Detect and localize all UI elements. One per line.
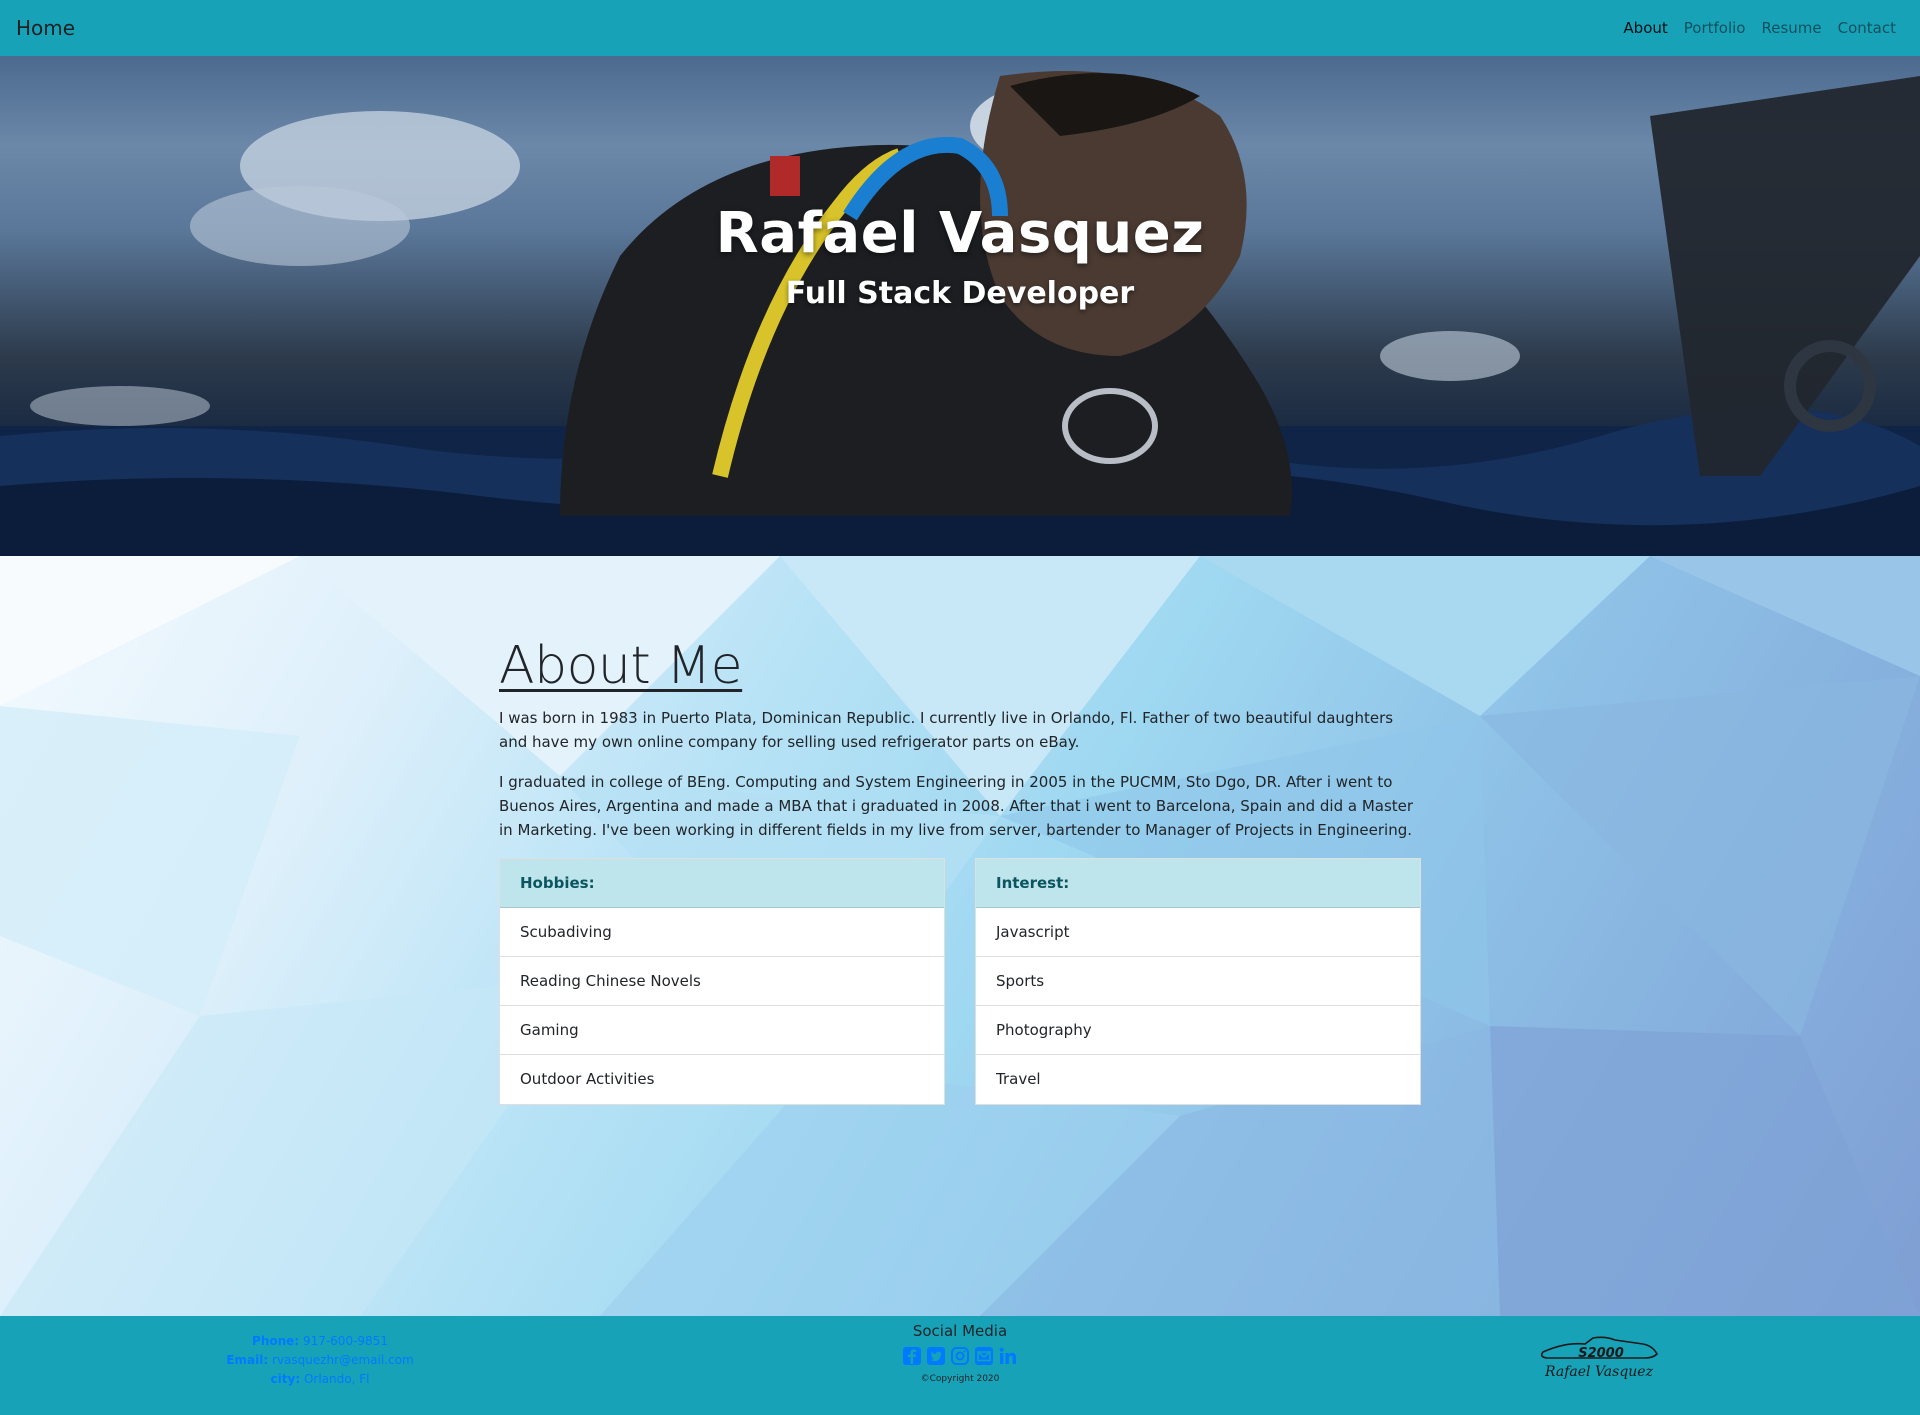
phone-value[interactable]: 917-600-9851 xyxy=(303,1334,388,1348)
footer: Phone: 917-600-9851 Email: rvasquezhr@em… xyxy=(0,1316,1920,1415)
interest-list: Interest: Javascript Sports Photography … xyxy=(975,858,1421,1105)
interest-header: Interest: xyxy=(976,859,1420,908)
list-item: Javascript xyxy=(976,908,1420,957)
about-paragraph: I was born in 1983 in Puerto Plata, Domi… xyxy=(499,709,1394,751)
s2000-logo: S2000 Rafael Vasquez xyxy=(1540,1336,1658,1380)
linkedin-icon[interactable] xyxy=(998,1346,1018,1366)
city-label: city: xyxy=(270,1372,301,1386)
svg-text:S2000: S2000 xyxy=(1578,1346,1624,1361)
social-title: Social Media xyxy=(912,1322,1008,1340)
email-label: Email: xyxy=(226,1353,269,1367)
phone-row: Phone: 917-600-9851 xyxy=(200,1332,440,1351)
hero-subtitle: Full Stack Developer xyxy=(785,276,1135,311)
city-row: city: Orlando, Fl xyxy=(200,1370,440,1389)
list-item: Travel xyxy=(996,1070,1041,1088)
nav-portfolio-link[interactable]: Portfolio xyxy=(1676,19,1754,37)
hero-title: Rafael Vasquez xyxy=(715,201,1205,266)
about-paragraph: I graduated in college of BEng. Computin… xyxy=(499,773,1414,839)
navbar: Home About Portfolio Resume Contact xyxy=(0,0,1920,56)
hobbies-list: Hobbies: Scubadiving Reading Chinese Nov… xyxy=(499,858,945,1105)
list-item: Photography xyxy=(976,1006,1420,1055)
contact-info: Phone: 917-600-9851 Email: rvasquezhr@em… xyxy=(200,1332,440,1389)
list-item: Outdoor Activities xyxy=(520,1070,655,1088)
copyright: ©Copyright 2020 xyxy=(920,1374,1000,1384)
email-value[interactable]: rvasquezhr@email.com xyxy=(272,1353,414,1367)
instagram-icon[interactable] xyxy=(950,1346,970,1366)
nav-about-link[interactable]: About xyxy=(1615,19,1675,37)
about-section: About Me I was born in 1983 in Puerto Pl… xyxy=(0,556,1920,1316)
home-link[interactable]: Home xyxy=(16,16,75,40)
list-item: Reading Chinese Novels xyxy=(500,957,944,1006)
svg-text:Rafael Vasquez: Rafael Vasquez xyxy=(1544,1364,1654,1380)
nav-links: About Portfolio Resume Contact xyxy=(1615,19,1904,37)
hobbies-header: Hobbies: xyxy=(500,859,944,908)
lists-row: Hobbies: Scubadiving Reading Chinese Nov… xyxy=(499,858,1421,1105)
phone-label: Phone: xyxy=(252,1334,300,1348)
email-row: Email: rvasquezhr@email.com xyxy=(200,1351,440,1370)
email-icon[interactable] xyxy=(974,1346,994,1366)
nav-resume-link[interactable]: Resume xyxy=(1754,19,1830,37)
list-item: Sports xyxy=(976,957,1420,1006)
nav-contact-link[interactable]: Contact xyxy=(1830,19,1904,37)
about-content: About Me I was born in 1983 in Puerto Pl… xyxy=(499,636,1421,1105)
list-item: Gaming xyxy=(500,1006,944,1055)
hero-banner: Rafael Vasquez Full Stack Developer xyxy=(0,56,1920,556)
social-media: Social Media ©Copyright 2020 xyxy=(860,1318,1060,1384)
city-value: Orlando, Fl xyxy=(303,1372,370,1386)
about-title: About Me xyxy=(499,636,743,696)
social-icons xyxy=(860,1346,1060,1368)
facebook-icon[interactable] xyxy=(902,1346,922,1366)
list-item: Scubadiving xyxy=(500,908,944,957)
twitter-icon[interactable] xyxy=(926,1346,946,1366)
